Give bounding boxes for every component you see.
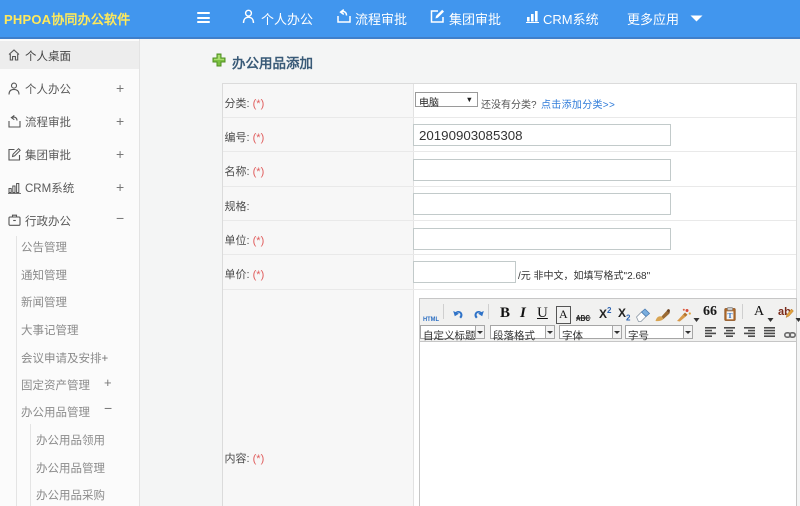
svg-text:HTML: HTML [423,316,439,323]
svg-text:T: T [727,311,732,320]
